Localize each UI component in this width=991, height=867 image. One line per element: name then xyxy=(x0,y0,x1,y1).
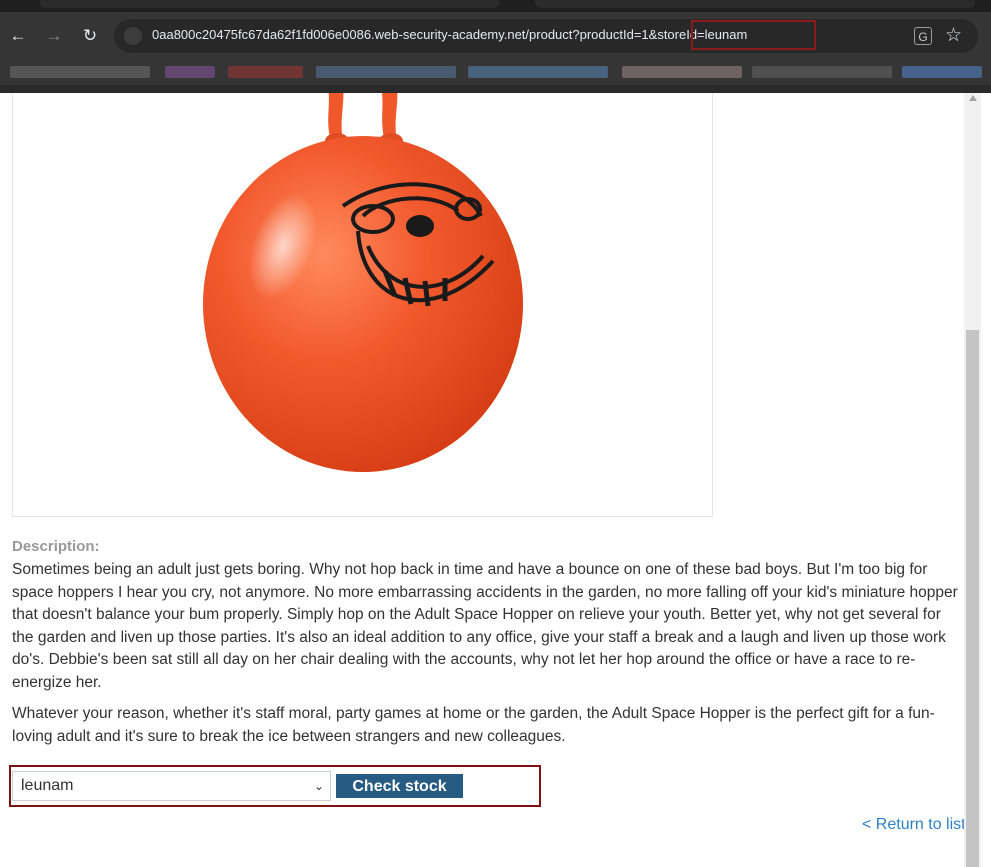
product-page: Description: Sometimes being an adult ju… xyxy=(0,93,991,867)
browser-tab[interactable] xyxy=(535,0,975,8)
reload-icon[interactable]: ↻ xyxy=(80,26,100,46)
bookmark-item[interactable] xyxy=(752,66,892,78)
store-select-value: leunam xyxy=(21,777,74,794)
return-to-list-link[interactable]: < Return to list xyxy=(862,816,966,834)
product-image xyxy=(12,93,713,517)
back-icon[interactable]: ← xyxy=(8,26,28,46)
description-paragraph: Sometimes being an adult just gets borin… xyxy=(12,561,958,691)
check-stock-button[interactable]: Check stock xyxy=(336,774,463,798)
bookmark-item[interactable] xyxy=(468,66,608,78)
browser-toolbar: ← → ↻ 0aa800c20475fc67da62f1fd006e0086.w… xyxy=(0,12,991,60)
space-hopper-image xyxy=(203,93,523,472)
bookmark-item[interactable] xyxy=(228,66,303,78)
description-paragraph-2: Whatever your reason, whether it's staff… xyxy=(12,705,935,745)
translate-icon[interactable]: G xyxy=(914,27,932,45)
scroll-thumb[interactable] xyxy=(966,330,979,867)
chevron-down-icon: ⌄ xyxy=(313,779,324,793)
url-text[interactable]: 0aa800c20475fc67da62f1fd006e0086.web-sec… xyxy=(152,27,747,42)
window-edge xyxy=(981,93,991,867)
forward-icon[interactable]: → xyxy=(44,26,64,46)
chrome-edge xyxy=(0,85,991,93)
bookmark-item[interactable] xyxy=(316,66,456,78)
bookmarks-bar xyxy=(0,60,991,85)
address-bar[interactable]: 0aa800c20475fc67da62f1fd006e0086.web-sec… xyxy=(114,19,978,53)
store-select[interactable]: leunam ⌄ xyxy=(12,771,331,801)
site-info-icon[interactable] xyxy=(124,27,142,45)
bookmark-item[interactable] xyxy=(622,66,742,78)
bookmark-item[interactable] xyxy=(902,66,982,78)
bookmark-star-icon[interactable]: ☆ xyxy=(945,24,962,47)
bookmark-item[interactable] xyxy=(165,66,215,78)
browser-tab[interactable] xyxy=(40,0,500,8)
tab-strip xyxy=(0,0,991,12)
scroll-up-icon[interactable] xyxy=(969,95,977,101)
description-heading: Description: xyxy=(12,538,100,555)
bookmark-item[interactable] xyxy=(10,66,150,78)
url-storeid-highlight xyxy=(691,20,816,50)
page-scrollbar[interactable] xyxy=(964,93,981,867)
